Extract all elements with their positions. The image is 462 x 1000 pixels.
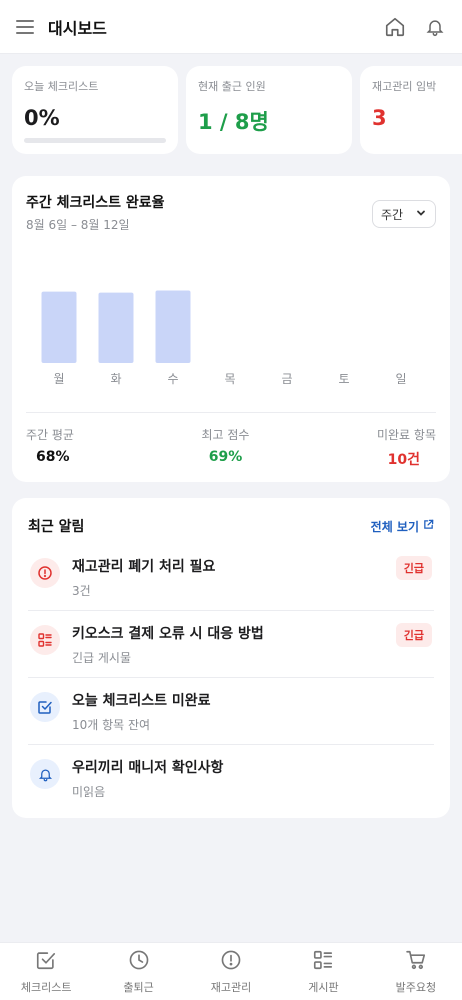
tab-board[interactable]: 게시판 (277, 943, 369, 1000)
summary-incomplete: 미완료 항목 10건 (377, 426, 436, 469)
alert-circle-icon (220, 949, 242, 975)
view-all-label: 전체 보기 (370, 519, 419, 534)
checkbox-icon (35, 949, 57, 975)
alert-item[interactable]: 키오스크 결제 오류 시 대응 방법 긴급 게시물 긴급 (28, 611, 434, 678)
chart-tick-label: 토 (338, 372, 349, 386)
chart-tick-label: 수 (167, 372, 178, 386)
alert-title: 재고관리 폐기 처리 필요 (72, 559, 216, 575)
urgent-badge: 긴급 (395, 556, 432, 580)
period-select[interactable]: 주간 (372, 200, 436, 228)
alert-title: 오늘 체크리스트 미완료 (72, 693, 211, 709)
stat-label: 현재 출근 인원 (198, 80, 266, 93)
summary-value: 69% (208, 449, 243, 465)
view-all-link[interactable]: 전체 보기 (371, 518, 434, 535)
chart-tick-label: 월 (53, 372, 64, 386)
board-icon (312, 949, 334, 975)
urgent-badge: 긴급 (395, 623, 432, 647)
alert-item[interactable]: 오늘 체크리스트 미완료 10개 항목 잔여 (28, 678, 434, 745)
summary-average: 주간 평균 68% (26, 426, 74, 469)
chart-tick-label: 목 (224, 372, 235, 386)
alert-item[interactable]: 우리끼리 매니저 확인사항 미읽음 (28, 745, 434, 812)
alert-subtitle: 3건 (72, 584, 91, 598)
chart-tick-label: 금 (281, 372, 292, 386)
summary-value: 68% (36, 449, 70, 465)
stat-card-inventory[interactable]: 재고관리 임박 3 (360, 66, 462, 154)
chevron-down-icon (415, 207, 427, 222)
summary-label: 미완료 항목 (376, 428, 436, 442)
chart-tick-label: 화 (110, 372, 121, 386)
bell-icon[interactable] (424, 16, 446, 38)
stat-value: 0% (24, 106, 60, 130)
tab-label: 출퇴근 (123, 980, 154, 994)
alerts-title: 최근 알림 (28, 519, 85, 535)
bottom-tab-bar: 체크리스트 출퇴근 재고관리 게시판 발주요청 (0, 942, 462, 1000)
chart-bar (155, 290, 191, 363)
page-title: 대시보드 (48, 18, 107, 38)
stat-cards: 오늘 체크리스트 0% 현재 출근 인원 1 / 8명 재고관리 임박 3 (12, 66, 462, 154)
period-select-value: 주간 (381, 207, 404, 222)
chart-tick-label: 일 (395, 372, 406, 386)
tab-label: 체크리스트 (20, 980, 72, 994)
stat-card-attendance[interactable]: 현재 출근 인원 1 / 8명 (186, 66, 352, 154)
divider (26, 412, 436, 413)
tab-label: 발주요청 (395, 980, 437, 994)
alert-title: 키오스크 결제 오류 시 대응 방법 (72, 626, 264, 642)
summary-label: 최고 점수 (201, 428, 250, 442)
alert-subtitle: 10개 항목 잔여 (72, 718, 151, 732)
stat-value: 3 (372, 106, 387, 130)
progress-bar (24, 138, 166, 143)
board-icon (30, 625, 60, 655)
tab-inventory[interactable]: 재고관리 (185, 943, 277, 1000)
cart-icon (405, 949, 427, 975)
chart-bar (41, 291, 77, 363)
clock-icon (128, 949, 150, 975)
bell-icon (30, 759, 60, 789)
stat-label: 오늘 체크리스트 (24, 80, 99, 93)
tab-order-request[interactable]: 발주요청 (370, 943, 462, 1000)
alert-subtitle: 긴급 게시물 (72, 651, 132, 665)
tab-attendance[interactable]: 출퇴근 (92, 943, 184, 1000)
stat-value: 1 / 8명 (198, 110, 269, 134)
recent-alerts-card: 최근 알림 전체 보기 재고관리 폐기 처리 필요 3건 긴급 키오스크 결제 … (12, 498, 450, 818)
stat-card-checklist[interactable]: 오늘 체크리스트 0% (12, 66, 178, 154)
summary-best: 최고 점수 69% (201, 426, 249, 469)
bar-chart: 월화수목금토일 (41, 290, 407, 386)
home-icon[interactable] (384, 16, 406, 38)
menu-icon[interactable] (16, 19, 34, 34)
summary-value: 10건 (387, 452, 420, 468)
alert-subtitle: 미읽음 (72, 785, 106, 799)
app-header: 대시보드 (0, 0, 462, 54)
alert-item[interactable]: 재고관리 폐기 처리 필요 3건 긴급 (28, 544, 434, 611)
external-link-icon (423, 519, 434, 533)
stat-label: 재고관리 임박 (372, 80, 437, 93)
alert-title: 우리끼리 매니저 확인사항 (72, 760, 224, 776)
tab-label: 재고관리 (210, 980, 252, 994)
tab-label: 게시판 (308, 980, 339, 994)
checkbox-icon (30, 692, 60, 722)
weekly-summary: 주간 평균 68% 최고 점수 69% 미완료 항목 10건 (26, 426, 436, 469)
tab-checklist[interactable]: 체크리스트 (0, 943, 92, 1000)
chart-bar (98, 292, 134, 363)
summary-label: 주간 평균 (26, 428, 74, 442)
weekly-chart-card: 주간 체크리스트 완료율 8월 6일 – 8월 12일 주간 월화수목금토일 주… (12, 176, 450, 482)
alert-circle-icon (30, 558, 60, 588)
